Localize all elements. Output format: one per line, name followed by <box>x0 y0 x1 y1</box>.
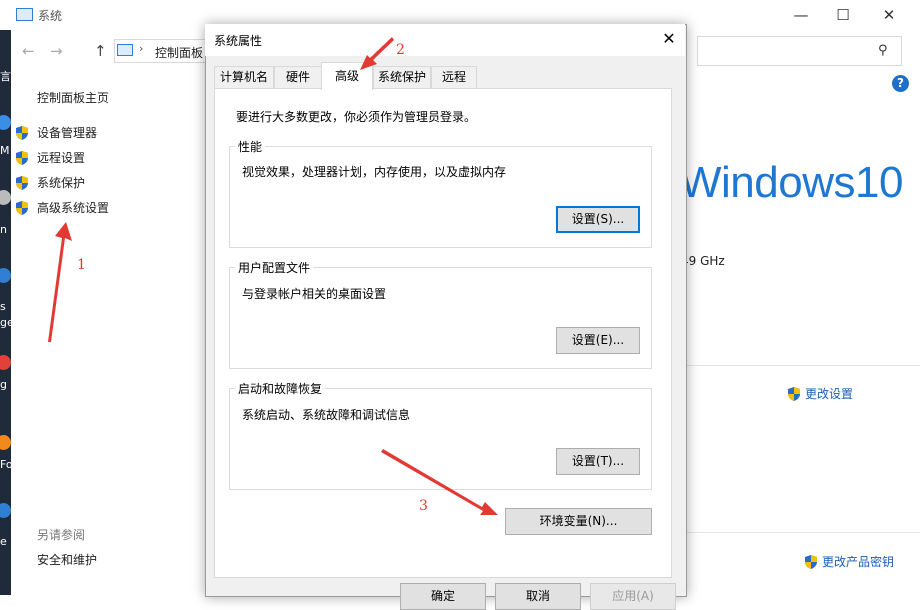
desktop-label: e <box>0 535 7 548</box>
tab-hardware[interactable]: 硬件 <box>274 66 322 88</box>
admin-note: 要进行大多数更改，你必须作为管理员登录。 <box>236 110 477 124</box>
uac-shield-icon <box>805 554 817 569</box>
sidebar-item-system-protection[interactable]: 系统保护 <box>14 174 85 191</box>
sidebar-item-label: 设备管理器 <box>37 126 98 140</box>
desktop-label: 言 <box>0 70 11 83</box>
desktop-label: ge <box>0 316 11 329</box>
ok-button[interactable]: 确定 <box>400 583 486 610</box>
user-profiles-description: 与登录帐户相关的桌面设置 <box>242 287 387 301</box>
annotation-number-2: 2 <box>396 42 405 58</box>
desktop-strip: 言 M n s ge g Fo e <box>0 30 11 595</box>
performance-settings-button[interactable]: 设置(S)... <box>556 206 640 233</box>
section-divider <box>685 365 920 366</box>
breadcrumb-control-panel[interactable]: 控制面板 <box>155 44 205 61</box>
desktop-label: s <box>0 300 6 313</box>
annotation-number-3: 3 <box>419 498 428 514</box>
uac-shield-icon <box>16 175 28 190</box>
dialog-title: 系统属性 <box>214 34 263 48</box>
see-also-heading: 另请参阅 <box>37 528 86 542</box>
startup-recovery-group-label: 启动和故障恢复 <box>235 380 326 397</box>
change-product-key-link[interactable]: 更改产品密钥 <box>803 553 894 570</box>
desktop-app-icon[interactable] <box>0 435 11 450</box>
cpu-speed-text: 49 GHz <box>681 254 725 268</box>
search-input[interactable] <box>697 36 902 66</box>
uac-shield-icon <box>16 200 28 215</box>
breadcrumb-chevron-icon[interactable]: › <box>139 42 143 55</box>
back-arrow-icon[interactable]: ← <box>22 42 35 60</box>
desktop-app-icon[interactable] <box>0 190 11 205</box>
performance-description: 视觉效果，处理器计划，内存使用，以及虚拟内存 <box>242 165 507 179</box>
user-profiles-settings-button[interactable]: 设置(E)... <box>556 327 640 354</box>
desktop-app-icon[interactable] <box>0 503 11 518</box>
desktop-app-icon[interactable] <box>0 268 11 283</box>
sidebar-item-remote-settings[interactable]: 远程设置 <box>14 149 85 166</box>
sidebar-item-advanced-settings[interactable]: 高级系统设置 <box>14 199 109 216</box>
tab-remote[interactable]: 远程 <box>431 66 477 88</box>
user-profiles-group-label: 用户配置文件 <box>235 259 314 276</box>
desktop-label: n <box>0 223 7 236</box>
section-divider <box>685 532 920 533</box>
sidebar-control-panel-home[interactable]: 控制面板主页 <box>37 89 109 106</box>
sidebar-item-label: 高级系统设置 <box>37 201 110 215</box>
security-maintenance-link[interactable]: 安全和维护 <box>37 551 97 568</box>
help-icon[interactable]: ? <box>892 75 909 92</box>
uac-shield-icon <box>16 125 28 140</box>
cancel-button[interactable]: 取消 <box>495 583 581 610</box>
annotation-arrow-1 <box>48 222 72 342</box>
environment-variables-button[interactable]: 环境变量(N)... <box>505 508 652 535</box>
up-arrow-icon[interactable]: ↑ <box>94 42 107 60</box>
uac-shield-icon <box>16 150 28 165</box>
uac-shield-icon <box>788 386 800 401</box>
change-settings-label: 更改设置 <box>805 387 854 401</box>
apply-button[interactable]: 应用(A) <box>590 583 676 610</box>
sidebar-item-device-manager[interactable]: 设备管理器 <box>14 124 97 141</box>
monitor-icon <box>16 8 33 21</box>
dialog-titlebar <box>205 24 685 56</box>
desktop-label: g <box>0 378 7 391</box>
desktop-label: M <box>0 144 10 157</box>
change-product-key-label: 更改产品密钥 <box>822 555 895 569</box>
control-panel-icon <box>117 44 133 56</box>
windows10-logo-text: Windows10 <box>680 158 903 207</box>
desktop-app-icon[interactable] <box>0 355 11 370</box>
desktop-app-icon[interactable] <box>0 115 11 130</box>
tab-system-protection[interactable]: 系统保护 <box>373 66 431 88</box>
close-button[interactable]: ✕ <box>866 0 912 30</box>
maximize-button[interactable]: ☐ <box>820 0 866 30</box>
startup-recovery-description: 系统启动、系统故障和调试信息 <box>242 408 411 422</box>
performance-group-label: 性能 <box>235 138 266 155</box>
minimize-button[interactable]: — <box>778 0 824 30</box>
tab-computer-name[interactable]: 计算机名 <box>214 66 274 88</box>
change-settings-link[interactable]: 更改设置 <box>786 385 853 402</box>
tab-advanced[interactable]: 高级 <box>321 62 373 90</box>
dialog-close-icon[interactable]: ✕ <box>657 26 681 52</box>
system-window-title: 系统 <box>38 9 63 23</box>
startup-recovery-settings-button[interactable]: 设置(T)... <box>556 448 640 475</box>
annotation-number-1: 1 <box>77 257 86 273</box>
search-icon[interactable]: ⚲ <box>878 43 888 58</box>
forward-arrow-icon[interactable]: → <box>50 42 63 60</box>
sidebar-item-label: 系统保护 <box>37 176 86 190</box>
desktop-label: Fo <box>0 458 11 471</box>
sidebar-item-label: 远程设置 <box>37 151 86 165</box>
